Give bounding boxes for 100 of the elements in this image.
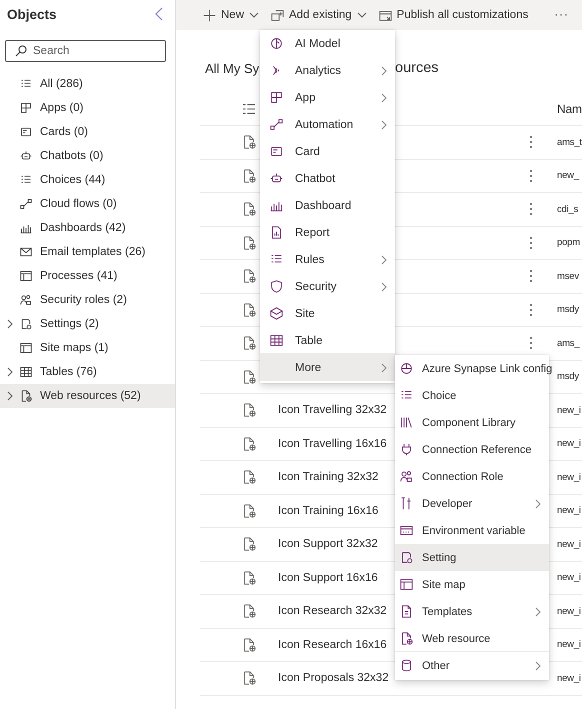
table-cell: new_i (557, 538, 581, 550)
web-document-icon (242, 135, 256, 150)
menu-item[interactable]: Templates (395, 598, 549, 625)
web-document-icon (242, 336, 256, 350)
table-cell: ams_t (557, 136, 582, 148)
nav-item[interactable]: Chatbots (0) (0, 144, 175, 168)
nav-item[interactable]: Apps (0) (0, 96, 175, 120)
list-icon[interactable] (242, 102, 256, 114)
caret-icon (356, 12, 367, 18)
nav-item[interactable]: Settings (2) (0, 312, 175, 336)
view-title: All My Sy (205, 60, 260, 76)
shield-icon (270, 280, 283, 293)
card-icon (270, 145, 283, 158)
nav-item[interactable]: Tables (76) (0, 360, 175, 384)
web-document-icon (242, 570, 256, 585)
more-options-icon[interactable] (529, 336, 533, 350)
more-button[interactable]: ··· (550, 5, 573, 25)
more-options-icon[interactable] (529, 236, 533, 250)
chevron-icon[interactable] (7, 367, 13, 377)
web-document-icon (242, 537, 256, 552)
menu-item[interactable]: Site map (395, 571, 549, 598)
menu-item[interactable]: Table (260, 327, 395, 354)
menu-item[interactable]: Report (260, 219, 395, 246)
web-document-icon (242, 370, 256, 384)
table-cell: new_i (557, 438, 581, 450)
menu-item[interactable]: Other (395, 652, 549, 679)
menu-item[interactable]: Environment variable (395, 517, 549, 544)
more-options-icon[interactable] (529, 269, 533, 284)
search-field[interactable]: Search (5, 40, 166, 62)
more-options-icon[interactable] (529, 302, 533, 317)
search-icon (15, 45, 27, 57)
people-icon (20, 294, 32, 306)
menu-item[interactable]: Dashboard (260, 192, 395, 219)
robot-icon (20, 150, 32, 162)
collapse-icon[interactable] (155, 7, 163, 21)
menu-item[interactable]: Azure Synapse Link config (395, 355, 549, 382)
menu-item[interactable]: App (260, 84, 395, 111)
table-cell: new_i (557, 472, 581, 483)
toolbar-button[interactable]: Add existing (267, 4, 371, 26)
report-icon (270, 226, 283, 239)
nav-item[interactable]: Email templates (26) (0, 240, 175, 264)
card-icon (20, 126, 32, 138)
menu-item[interactable]: Security (260, 273, 395, 300)
menu-item[interactable]: Automation (260, 111, 395, 138)
nav-item[interactable]: Security roles (2) (0, 288, 175, 312)
menu-item[interactable]: Rules (260, 246, 395, 273)
table-cell: ams_ (557, 338, 580, 349)
view-title: ources (395, 60, 440, 76)
menu-item[interactable]: Card (260, 138, 395, 165)
chevron-icon[interactable] (7, 319, 13, 329)
toolbar-button[interactable]: New (199, 4, 264, 26)
nav-item[interactable]: Site maps (1) (0, 336, 175, 360)
nav-item[interactable]: Cards (0) (0, 120, 175, 144)
cylinder-icon (400, 659, 413, 672)
chevron-icon[interactable] (7, 391, 13, 401)
table-cell: new_i (557, 606, 581, 617)
menu-item[interactable]: Setting (395, 544, 549, 571)
column-header[interactable]: Nam (557, 102, 582, 116)
web-document-icon (242, 236, 256, 250)
plug-icon (400, 443, 413, 456)
table-cell: Icon Research 16x16 (278, 638, 387, 651)
more-options-icon[interactable] (529, 168, 533, 183)
web-document-icon (242, 403, 256, 418)
table-cell: new_i (557, 505, 581, 516)
menu-item[interactable]: Chatbot (260, 165, 395, 192)
menu-item[interactable]: Developer (395, 490, 549, 517)
nav-item[interactable]: Choices (44) (0, 168, 175, 192)
nav-item[interactable]: Processes (41) (0, 264, 175, 288)
menu-item[interactable]: Connection Role (395, 463, 549, 490)
menu-item[interactable]: Connection Reference (395, 436, 549, 463)
document-icon (400, 605, 413, 618)
menu-item[interactable]: Component Library (395, 409, 549, 436)
publish-icon (378, 8, 392, 22)
menu-item[interactable]: More (260, 354, 395, 381)
grid-icon (20, 102, 32, 114)
menu-item[interactable]: Choice (395, 382, 549, 409)
envelope-icon (20, 246, 32, 258)
nav-item[interactable]: Cloud flows (0) (0, 192, 175, 216)
web-document-icon (20, 390, 32, 402)
web-document-icon (400, 632, 413, 645)
nav-item[interactable]: All (286) (0, 72, 175, 96)
table-cell: Icon Research 32x32 (278, 605, 387, 618)
table-cell: new_i (557, 572, 581, 584)
web-document-icon (242, 470, 256, 484)
web-document-icon (242, 638, 256, 652)
web-document-icon (242, 604, 256, 618)
menu-item[interactable]: AI Model (260, 30, 395, 57)
menu-item[interactable]: Analytics (260, 57, 395, 84)
menu-item[interactable]: Web resource (395, 625, 549, 652)
books-icon (400, 416, 413, 429)
add-existing-icon (271, 8, 284, 22)
menu-item[interactable]: Site (260, 300, 395, 327)
nav-item[interactable]: Dashboards (42) (0, 216, 175, 240)
nav-item[interactable]: Web resources (52) (0, 384, 175, 408)
more-options-icon[interactable] (529, 135, 533, 150)
more-options-icon[interactable] (529, 202, 533, 216)
web-document-icon (242, 436, 256, 451)
table-cell: Icon Support 16x16 (278, 572, 378, 584)
table-cell: new_i (557, 404, 581, 416)
toolbar-button[interactable]: Publish all customizations (374, 4, 532, 26)
